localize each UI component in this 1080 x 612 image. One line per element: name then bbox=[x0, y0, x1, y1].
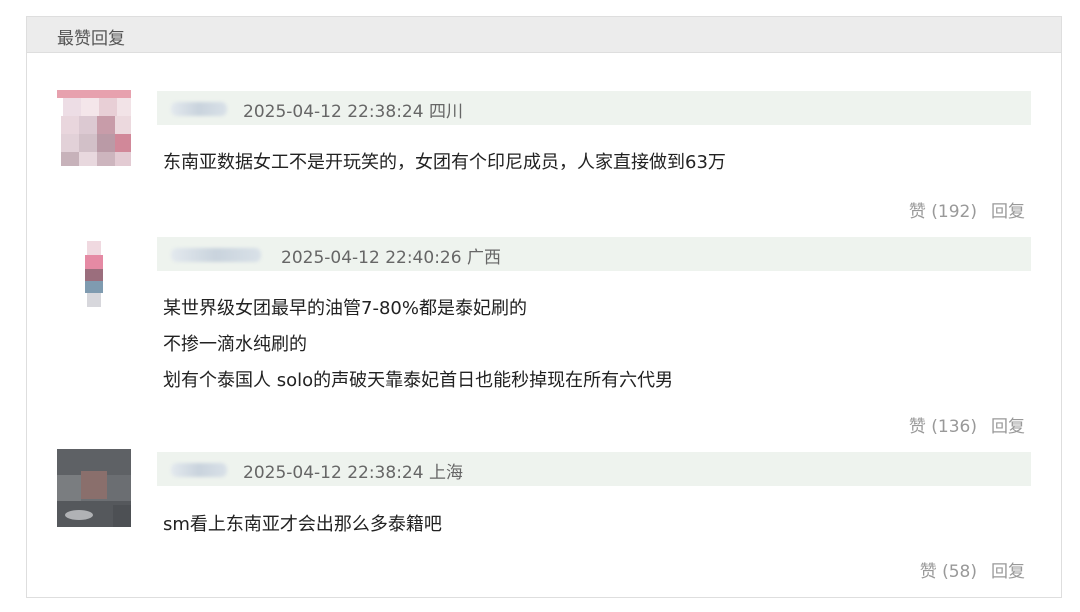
user-avatar[interactable] bbox=[57, 90, 131, 172]
comment-line: 划有个泰国人 solo的声破天靠泰妃首日也能秒掉现在所有六代男 bbox=[163, 370, 674, 391]
panel-title: 最赞回复 bbox=[57, 29, 125, 49]
comment-meta-bar: 2025-04-12 22:38:24 上海 bbox=[157, 452, 1031, 486]
avatar-image bbox=[75, 239, 115, 311]
reply-button[interactable]: 回复 bbox=[991, 202, 1025, 222]
top-replies-panel: 最赞回复 2025-04-12 22:38:24 四川 东南亚数据女工不是开玩笑… bbox=[26, 16, 1062, 598]
comment-actions: 赞 (58) 回复 bbox=[920, 557, 1025, 582]
avatar-image bbox=[57, 449, 131, 527]
comment-body: sm看上东南亚才会出那么多泰籍吧 bbox=[163, 507, 442, 543]
username-redacted[interactable] bbox=[171, 463, 227, 477]
comment-body: 东南亚数据女工不是开玩笑的，女团有个印尼成员，人家直接做到63万 bbox=[163, 145, 726, 181]
comment-meta: 2025-04-12 22:38:24 上海 bbox=[243, 458, 463, 483]
avatar-image bbox=[57, 90, 131, 172]
comment-actions: 赞 (136) 回复 bbox=[909, 412, 1025, 437]
comment-location: 上海 bbox=[428, 463, 463, 483]
comment-meta: 2025-04-12 22:40:26 广西 bbox=[281, 243, 501, 268]
comment-location: 四川 bbox=[428, 102, 463, 122]
comment-line: 某世界级女团最早的油管7-80%都是泰妃刷的 bbox=[163, 298, 527, 319]
comment-timestamp: 2025-04-12 22:38:24 bbox=[243, 102, 424, 122]
comment-meta-bar: 2025-04-12 22:38:24 四川 bbox=[157, 91, 1031, 125]
comment-line: 不掺一滴水纯刷的 bbox=[163, 334, 307, 355]
user-avatar[interactable] bbox=[57, 449, 131, 531]
like-button[interactable]: 赞 (58) bbox=[920, 562, 977, 582]
user-avatar[interactable] bbox=[75, 239, 115, 311]
username-redacted[interactable] bbox=[171, 248, 261, 262]
panel-header: 最赞回复 bbox=[27, 17, 1061, 53]
comment-timestamp: 2025-04-12 22:38:24 bbox=[243, 463, 424, 483]
comment-body: 某世界级女团最早的油管7-80%都是泰妃刷的 不掺一滴水纯刷的 划有个泰国人 s… bbox=[163, 291, 673, 399]
like-button[interactable]: 赞 (192) bbox=[909, 202, 977, 222]
reply-button[interactable]: 回复 bbox=[991, 417, 1025, 437]
comment-meta: 2025-04-12 22:38:24 四川 bbox=[243, 97, 463, 122]
username-redacted[interactable] bbox=[171, 102, 227, 116]
comment-line: 东南亚数据女工不是开玩笑的，女团有个印尼成员，人家直接做到63万 bbox=[163, 152, 726, 173]
comment-meta-bar: 2025-04-12 22:40:26 广西 bbox=[157, 237, 1031, 271]
comment-location: 广西 bbox=[466, 248, 501, 268]
reply-button[interactable]: 回复 bbox=[991, 562, 1025, 582]
comment-line: sm看上东南亚才会出那么多泰籍吧 bbox=[163, 514, 442, 535]
comment-timestamp: 2025-04-12 22:40:26 bbox=[281, 248, 462, 268]
comment-actions: 赞 (192) 回复 bbox=[909, 197, 1025, 222]
like-button[interactable]: 赞 (136) bbox=[909, 417, 977, 437]
